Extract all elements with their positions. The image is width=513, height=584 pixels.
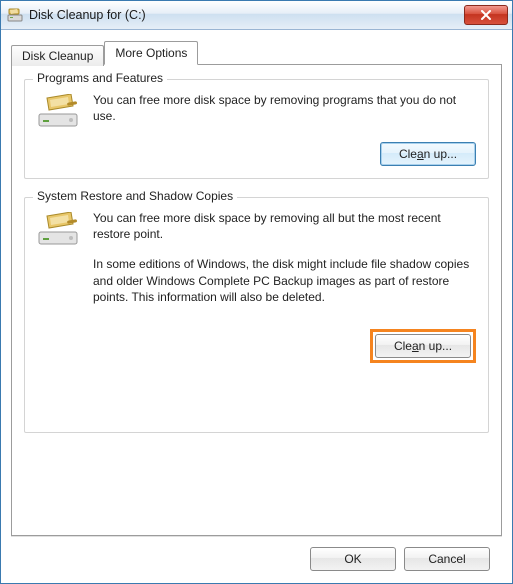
dialog-footer: OK Cancel bbox=[11, 536, 502, 583]
tab-panel-more-options: Programs and Features You can free more … bbox=[11, 64, 502, 536]
cancel-button[interactable]: Cancel bbox=[404, 547, 490, 571]
tab-label: Disk Cleanup bbox=[22, 49, 93, 63]
programs-description: You can free more disk space by removing… bbox=[93, 92, 476, 124]
tab-label: More Options bbox=[115, 46, 187, 60]
drive-brush-icon bbox=[37, 212, 81, 248]
tab-more-options[interactable]: More Options bbox=[104, 41, 198, 65]
cleanup-restore-button[interactable]: Clean up... bbox=[375, 334, 471, 358]
window-title: Disk Cleanup for (C:) bbox=[29, 8, 464, 22]
disk-cleanup-dialog: Disk Cleanup for (C:) Disk Cleanup More … bbox=[0, 0, 513, 584]
titlebar: Disk Cleanup for (C:) bbox=[1, 1, 512, 30]
system-restore-group: System Restore and Shadow Copies bbox=[24, 197, 489, 433]
restore-description-2: In some editions of Windows, the disk mi… bbox=[93, 256, 476, 305]
tab-strip: Disk Cleanup More Options bbox=[11, 40, 502, 64]
restore-description-1: You can free more disk space by removing… bbox=[93, 210, 476, 242]
close-icon bbox=[480, 10, 492, 20]
group-title: Programs and Features bbox=[33, 71, 167, 85]
disk-cleanup-icon bbox=[7, 7, 23, 23]
programs-and-features-group: Programs and Features You can free more … bbox=[24, 79, 489, 179]
close-button[interactable] bbox=[464, 5, 508, 25]
content-area: Disk Cleanup More Options Programs and F… bbox=[1, 30, 512, 536]
cleanup-programs-button[interactable]: Clean up... bbox=[380, 142, 476, 166]
drive-brush-icon bbox=[37, 94, 81, 130]
ok-button[interactable]: OK bbox=[310, 547, 396, 571]
tab-disk-cleanup[interactable]: Disk Cleanup bbox=[11, 45, 104, 66]
annotation-highlight: Clean up... bbox=[370, 329, 476, 363]
group-title: System Restore and Shadow Copies bbox=[33, 189, 237, 203]
